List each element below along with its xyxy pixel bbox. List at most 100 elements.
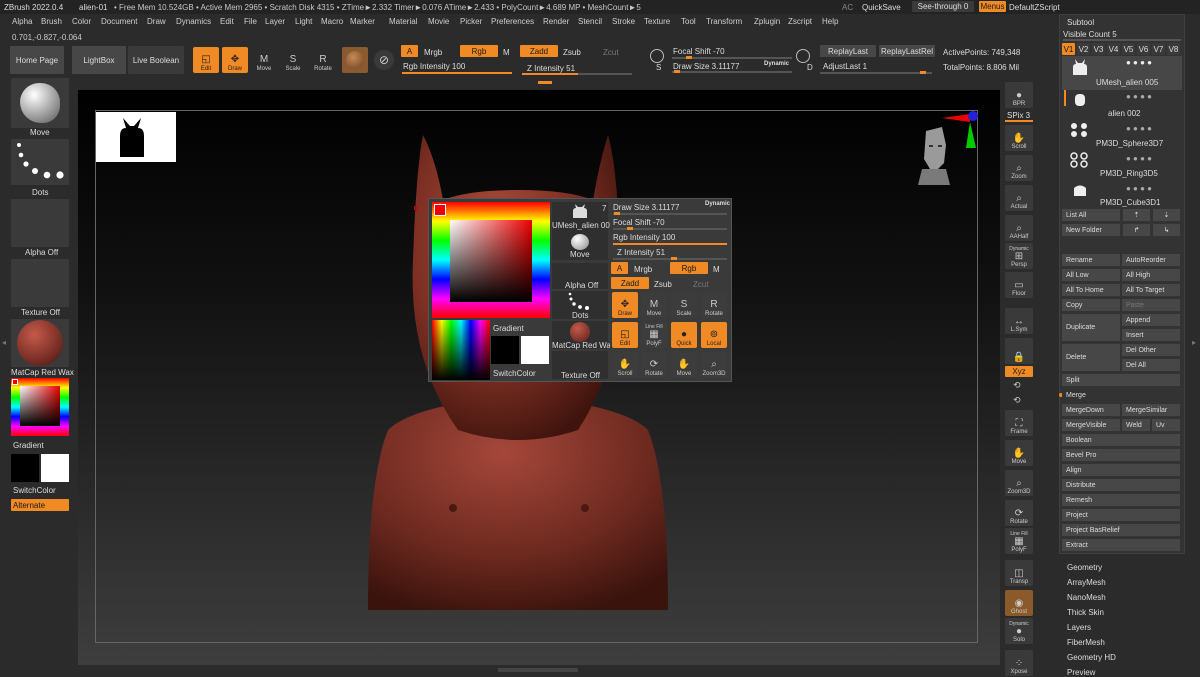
replaylastrel-button[interactable]: ReplayLastRel — [879, 45, 935, 57]
menu-alpha[interactable]: Alpha — [12, 17, 32, 26]
all-high-button[interactable]: All High — [1122, 269, 1180, 281]
popup-zoom3d-button[interactable]: ⌕ Zoom3D — [701, 352, 727, 378]
version-tab-v1[interactable]: V1 — [1062, 43, 1075, 55]
rotate-axis-icon[interactable]: ⟲ — [1013, 380, 1021, 391]
popup-rotate-button[interactable]: R Rotate — [701, 292, 727, 318]
menu-edit[interactable]: Edit — [220, 17, 234, 26]
zcut-button[interactable]: Zcut — [603, 48, 619, 57]
menu-document[interactable]: Document — [101, 17, 137, 26]
popup-draw-button[interactable]: ✥ Draw — [612, 292, 638, 318]
subtool-item-4-visibility[interactable]: ● ● ● ● — [1126, 154, 1152, 163]
extract-button[interactable]: Extract — [1062, 539, 1180, 551]
rgb-intensity-slider[interactable]: Rgb Intensity 100 — [403, 62, 465, 71]
new-folder-button[interactable]: New Folder — [1062, 224, 1120, 236]
transp-button[interactable]: ◫ Transp — [1005, 560, 1033, 586]
version-tab-v2[interactable]: V2 — [1077, 43, 1090, 55]
menu-file[interactable]: File — [244, 17, 257, 26]
version-tab-v4[interactable]: V4 — [1107, 43, 1120, 55]
subtool-item-1[interactable]: UMesh_alien 005 ● ● ● ● — [1062, 56, 1182, 90]
popup-dynamic[interactable]: Dynamic — [705, 201, 730, 207]
popup-color-picker[interactable] — [432, 202, 550, 318]
version-tab-v5[interactable]: V5 — [1122, 43, 1135, 55]
menu-brush[interactable]: Brush — [41, 17, 62, 26]
version-tab-v8[interactable]: V8 — [1167, 43, 1180, 55]
merge-header[interactable]: Merge — [1062, 389, 1180, 401]
aahalf-button[interactable]: ⌕ AAHalf — [1005, 215, 1033, 241]
boolean-button[interactable]: Boolean — [1062, 434, 1180, 446]
menu-dynamics[interactable]: Dynamics — [176, 17, 211, 26]
lsym-button[interactable]: ↔ L.Sym — [1005, 308, 1033, 334]
tool-menu-arraymesh[interactable]: ArrayMesh — [1067, 578, 1106, 587]
popup-z-intensity[interactable]: Z Intensity 51 — [617, 248, 665, 257]
popup-edit-button[interactable]: ◱ Edit — [612, 322, 638, 348]
popup-focal-shift[interactable]: Focal Shift -70 — [613, 218, 665, 227]
mergevisible-button[interactable]: MergeVisible — [1062, 419, 1120, 431]
xyz-button[interactable]: Xyz — [1005, 366, 1033, 377]
popup-zsub[interactable]: Zsub — [654, 280, 672, 289]
persp-button[interactable]: Dynamic ⊞ Persp — [1005, 243, 1033, 269]
replaylast-button[interactable]: ReplayLast — [820, 45, 876, 57]
subtool-item-3-visibility[interactable]: ● ● ● ● — [1126, 124, 1152, 133]
menu-material[interactable]: Material — [389, 17, 417, 26]
popup-gradient-strip[interactable] — [432, 320, 490, 380]
rename-button[interactable]: Rename — [1062, 254, 1120, 266]
popup-mrgb[interactable]: Mrgb — [634, 265, 652, 274]
menu-stencil[interactable]: Stencil — [578, 17, 602, 26]
lightbox-button[interactable]: LightBox — [72, 46, 126, 74]
subtool-item-2-visibility[interactable]: ● ● ● ● — [1126, 92, 1152, 101]
menu-zplugin[interactable]: Zplugin — [754, 17, 780, 26]
focal-shift-slider[interactable]: Focal Shift -70 — [673, 47, 725, 56]
popup-local-button[interactable]: ⊚ Local — [701, 322, 727, 348]
menu-draw[interactable]: Draw — [147, 17, 166, 26]
brush-thumb[interactable] — [11, 78, 69, 128]
subtool-item-2[interactable]: alien 002 ● ● ● ● — [1062, 90, 1182, 122]
rotate-button[interactable]: R Rotate — [310, 47, 336, 73]
autoreorder-button[interactable]: AutoReorder — [1122, 254, 1180, 266]
draw-button[interactable]: ✥ Draw — [222, 47, 248, 73]
tool-menu-nanomesh[interactable]: NanoMesh — [1067, 593, 1106, 602]
menu-macro[interactable]: Macro — [321, 17, 343, 26]
seethrough-slider[interactable]: See-through 0 — [912, 1, 974, 12]
zsub-button[interactable]: Zsub — [563, 48, 581, 57]
floor-button[interactable]: ▭ Floor — [1005, 272, 1033, 298]
rgb-button[interactable]: Rgb — [460, 45, 498, 57]
distribute-button[interactable]: Distribute — [1062, 479, 1180, 491]
popup-scroll-button[interactable]: ✋ Scroll — [612, 352, 638, 378]
popup-scale-button[interactable]: S Scale — [671, 292, 697, 318]
append-button[interactable]: Append — [1122, 314, 1180, 326]
subtool-title[interactable]: Subtool — [1067, 18, 1094, 27]
del-other-button[interactable]: Del Other — [1122, 344, 1180, 356]
popup-switchcolor[interactable]: SwitchColor — [493, 369, 536, 378]
duplicate-button[interactable]: Duplicate — [1062, 314, 1120, 341]
color-square[interactable] — [20, 386, 60, 426]
popup-gradient-label[interactable]: Gradient — [493, 324, 524, 333]
left-collapse-arrow[interactable]: ◂ — [2, 338, 6, 347]
popup-secondary-color[interactable] — [521, 336, 549, 364]
split-button[interactable]: Split — [1062, 374, 1180, 386]
stroke-swatch[interactable]: ⊘ — [374, 50, 394, 70]
popup-quick-button[interactable]: ● Quick — [671, 322, 697, 348]
lock-button[interactable]: 🔒 — [1005, 338, 1033, 364]
folder-down-button[interactable]: ↳ — [1153, 224, 1180, 236]
navigation-thumbnail[interactable] — [96, 112, 176, 162]
project-basrelief-button[interactable]: Project BasRelief — [1062, 524, 1180, 536]
menu-transform[interactable]: Transform — [706, 17, 742, 26]
menu-preferences[interactable]: Preferences — [491, 17, 534, 26]
rotate-view-button[interactable]: ⟳ Rotate — [1005, 500, 1033, 526]
edit-button[interactable]: ◱ Edit — [193, 47, 219, 73]
insert-button[interactable]: Insert — [1122, 329, 1180, 341]
menu-zscript[interactable]: Zscript — [788, 17, 812, 26]
ac-label[interactable]: AC — [842, 3, 853, 12]
project-button[interactable]: Project — [1062, 509, 1180, 521]
material-thumb[interactable] — [11, 319, 69, 367]
popup-move-button[interactable]: M Move — [641, 292, 667, 318]
rotate-axis-icon-2[interactable]: ⟲ — [1013, 395, 1021, 406]
alternate-button[interactable]: Alternate — [11, 499, 69, 511]
popup-polyf-button[interactable]: Line Fill ▦ PolyF — [641, 322, 667, 348]
delete-button[interactable]: Delete — [1062, 344, 1120, 371]
gradient-label[interactable]: Gradient — [13, 441, 44, 450]
subtool-item-1-visibility[interactable]: ● ● ● ● — [1126, 58, 1152, 67]
version-tab-v7[interactable]: V7 — [1152, 43, 1165, 55]
tray-handle[interactable] — [538, 81, 552, 84]
bevel-pro-button[interactable]: Bevel Pro — [1062, 449, 1180, 461]
